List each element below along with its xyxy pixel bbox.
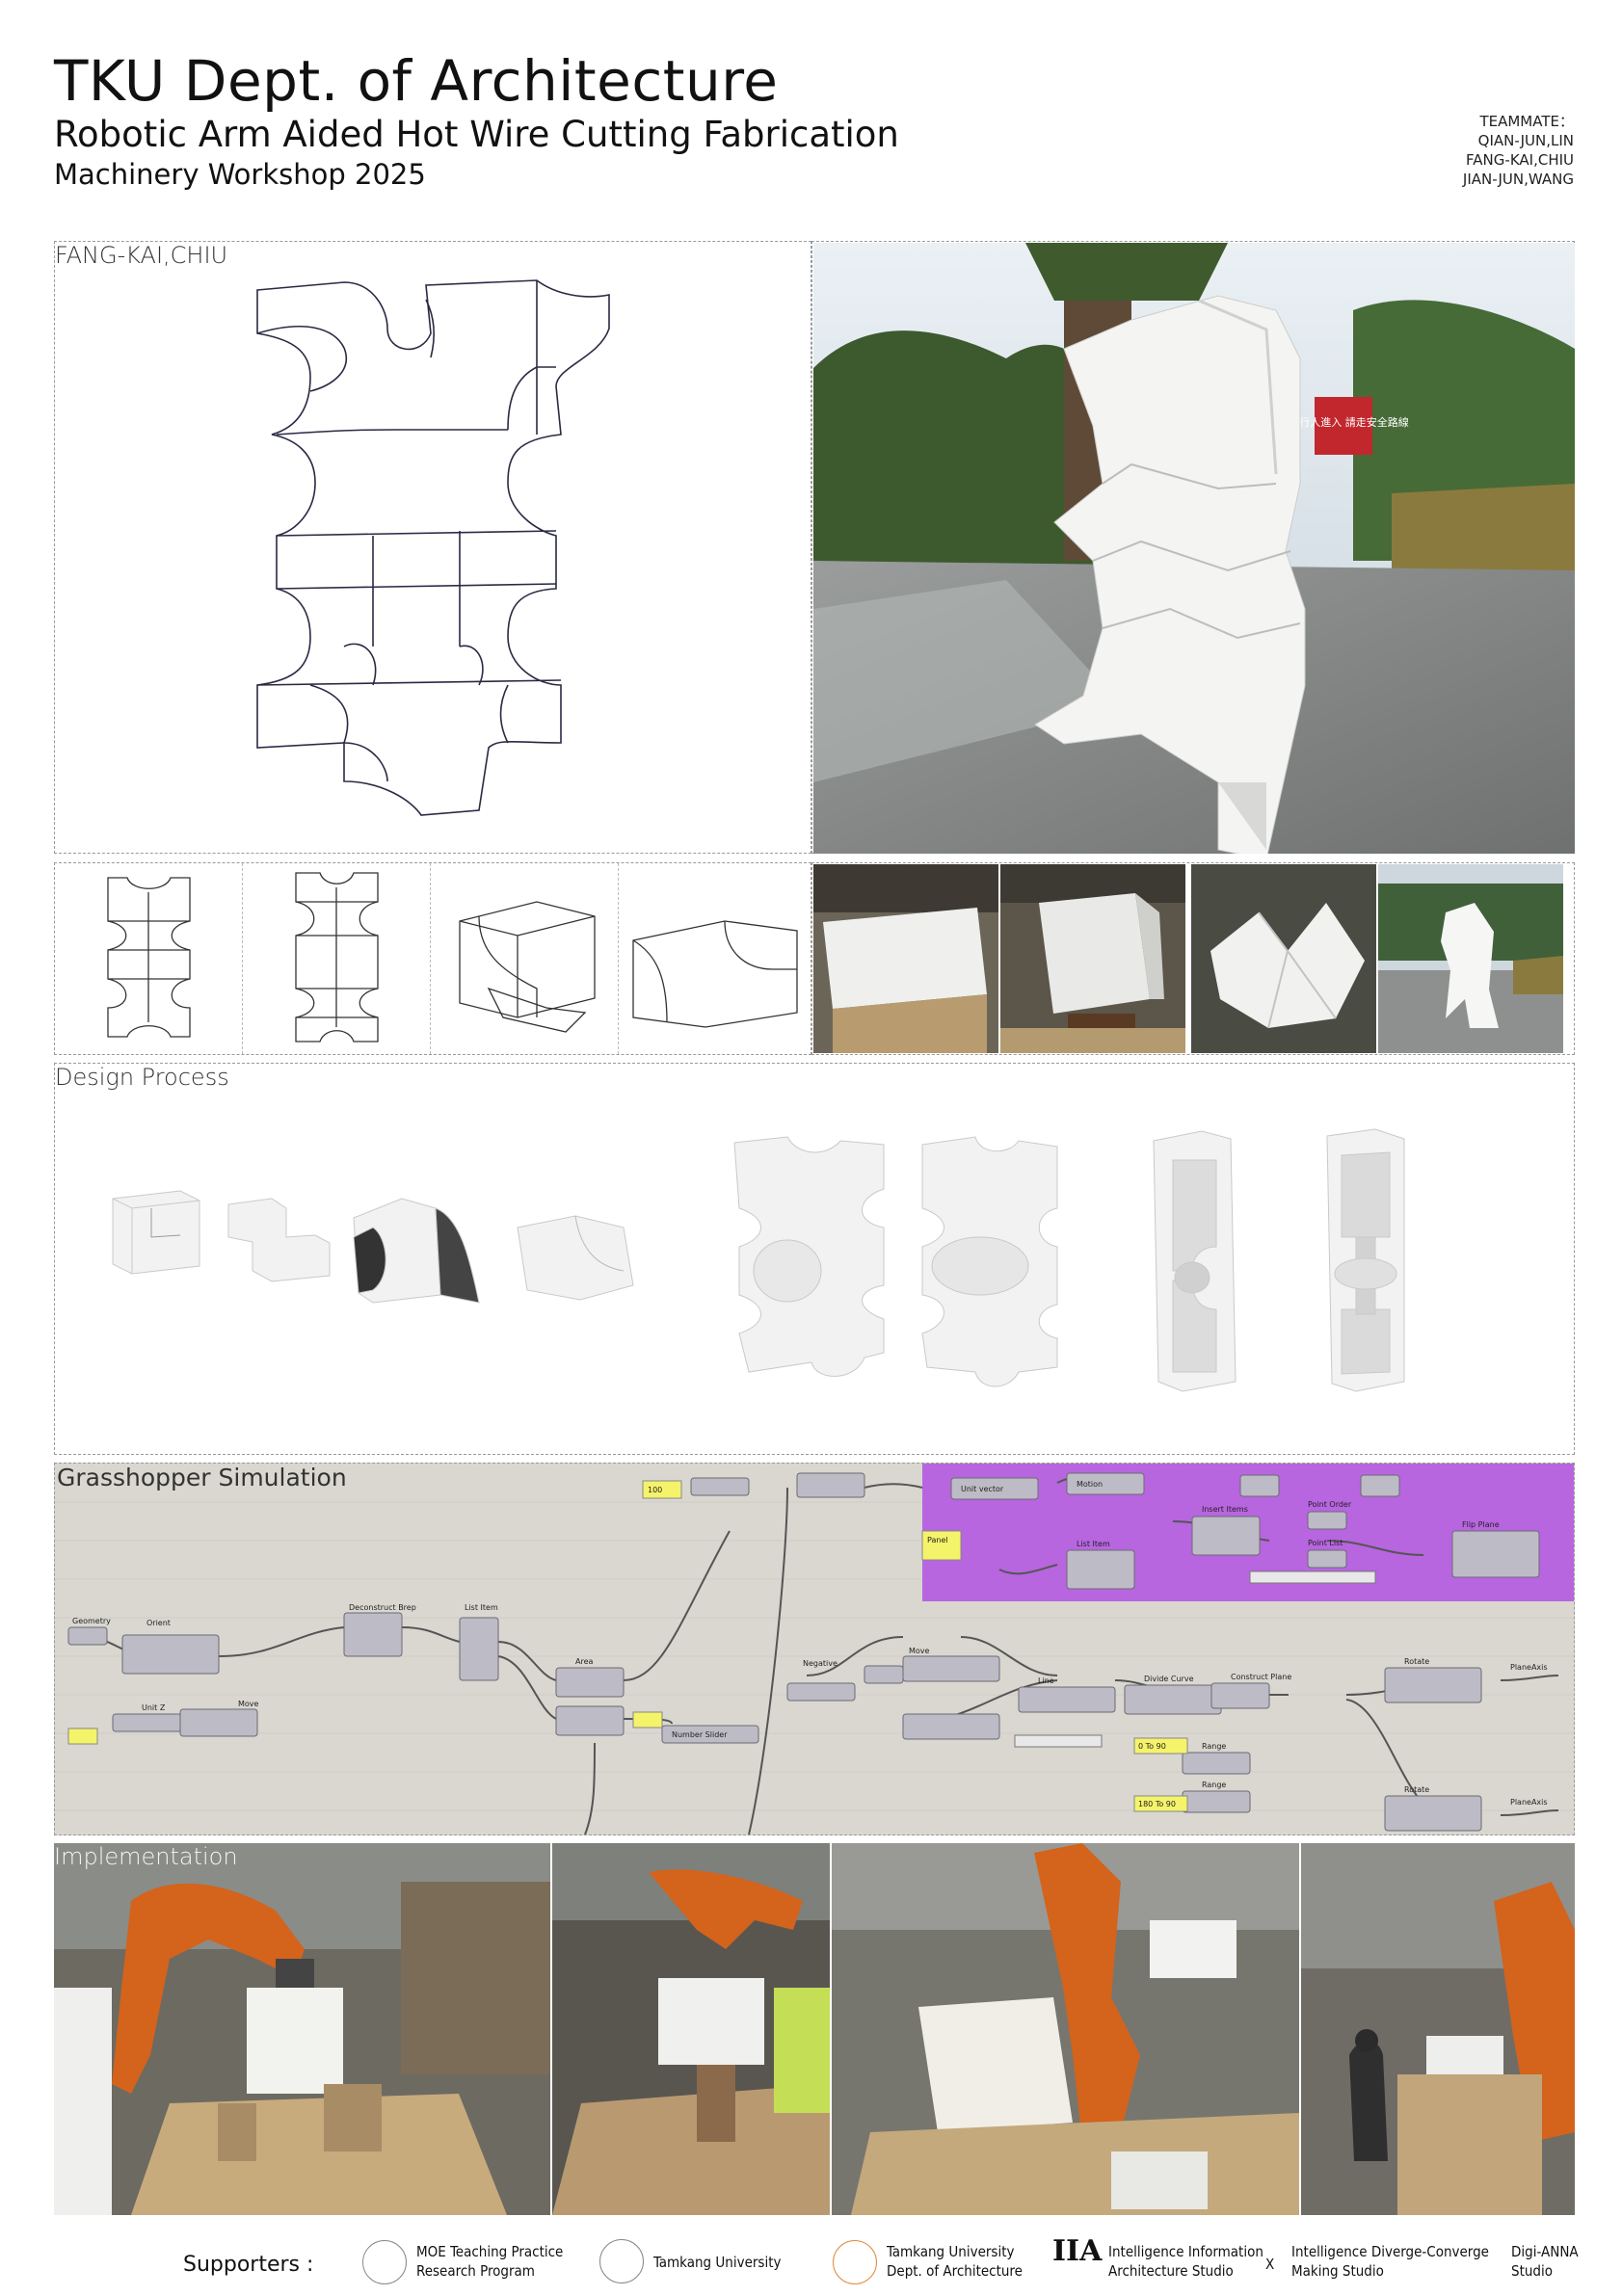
supporter-iia: IIA Intelligence Information Architectur… — [1052, 2234, 1263, 2281]
process-photo-2 — [1000, 864, 1185, 1053]
gh-geometry: Geometry — [72, 1617, 111, 1625]
sculpture-photo-panel: 禁止行人進入 請走安全路線 — [811, 241, 1575, 854]
gh-panel-domain-2: 180 To 90 — [1138, 1800, 1176, 1808]
gh-line: Line — [1038, 1676, 1054, 1685]
gh-area: Area — [575, 1657, 594, 1666]
implementation-panel: Implementation — [54, 1843, 1575, 2215]
step-drawing-4 — [619, 863, 811, 1054]
poster-title: TKU Dept. of Architecture — [54, 48, 779, 114]
moe-logo-icon — [362, 2240, 407, 2284]
sculpture-photo: 禁止行人進入 請走安全路線 — [813, 243, 1575, 854]
gh-rotate: Rotate — [1404, 1657, 1429, 1666]
drawing-panel: FANG-KAI,CHIU — [54, 241, 811, 854]
process-photos-panel — [811, 862, 1575, 1055]
supporter-tku-arch: Tamkang University Dept. of Architecture — [833, 2240, 1023, 2284]
gh-panel-domain: 0 To 90 — [1138, 1742, 1166, 1751]
supporter-digi-anna: Digi-ANNA Studio — [1511, 2243, 1579, 2280]
supporter-x: X — [1265, 2256, 1275, 2273]
gh-panel-100: 100 — [648, 1486, 662, 1494]
supporter-tamkang: Tamkang University — [599, 2239, 781, 2283]
iia-logo-icon: IIA — [1052, 2234, 1103, 2268]
step-drawing-1 — [55, 863, 243, 1054]
gh-move: Move — [238, 1700, 259, 1708]
teammate-3: JIAN-JUN,WANG — [1462, 171, 1574, 188]
gh-divide-curve: Divide Curve — [1144, 1675, 1194, 1683]
gh-deconstruct: Deconstruct Brep — [349, 1603, 416, 1612]
gh-flip-plane: Flip Plane — [1462, 1520, 1500, 1529]
process-photo-1 — [813, 864, 998, 1053]
supporter-moe: MOE Teaching Practice Research Program — [362, 2240, 563, 2284]
gh-motion: Motion — [1077, 1480, 1103, 1489]
gh-point-list: Point List — [1308, 1539, 1343, 1547]
gh-point-order: Point Order — [1308, 1500, 1352, 1509]
gh-range: Range — [1202, 1742, 1226, 1751]
step-drawing-3 — [431, 863, 619, 1054]
gh-insert-items: Insert Items — [1202, 1505, 1248, 1514]
tamkang-seal-icon — [599, 2239, 644, 2283]
process-photo-3 — [1191, 864, 1376, 1053]
poster-subtitle: Robotic Arm Aided Hot Wire Cutting Fabri… — [54, 114, 899, 155]
gh-range-2: Range — [1202, 1781, 1226, 1789]
process-photo-4 — [1378, 864, 1563, 1053]
grasshopper-label: Grasshopper Simulation — [57, 1464, 347, 1491]
gh-orient: Orient — [146, 1619, 171, 1627]
gh-list-item: List Item — [465, 1603, 498, 1612]
gh-plane-axis: PlaneAxis — [1510, 1663, 1548, 1672]
implementation-photo-2 — [552, 1843, 830, 2215]
gh-unit-z: Unit Z — [142, 1703, 166, 1712]
gh-unit-vector: Unit vector — [961, 1485, 1004, 1493]
implementation-photo-1 — [54, 1843, 550, 2215]
grasshopper-panel: Geometry Orient Deconstruct Brep List It… — [54, 1463, 1575, 1835]
grasshopper-canvas: Geometry Orient Deconstruct Brep List It… — [55, 1464, 1574, 1834]
gh-list-item-2: List Item — [1077, 1540, 1110, 1548]
teammate-block: TEAMMATE： QIAN-JUN,LIN FANG-KAI,CHIU JIA… — [1381, 112, 1574, 189]
supporter-idc: Intelligence Diverge-Converge Making Stu… — [1291, 2243, 1489, 2280]
tku-arch-logo-icon — [833, 2240, 877, 2284]
gh-panel: Panel — [927, 1536, 948, 1544]
teammate-1: QIAN-JUN,LIN — [1477, 132, 1574, 149]
gh-rotate-2: Rotate — [1404, 1785, 1429, 1794]
design-process-renders — [112, 1128, 1405, 1392]
gh-negative: Negative — [803, 1659, 838, 1668]
teammate-label: TEAMMATE： — [1479, 113, 1574, 130]
sculpture-line-drawing — [256, 279, 610, 816]
step-drawings-panel — [54, 862, 811, 1055]
gh-move-2: Move — [909, 1647, 930, 1655]
implementation-photo-4 — [1301, 1843, 1575, 2215]
supporters-label: Supporters : — [183, 2253, 314, 2277]
design-process-panel: Design Process — [54, 1063, 1575, 1455]
workshop-label: Machinery Workshop 2025 — [54, 158, 426, 191]
teammate-2: FANG-KAI,CHIU — [1466, 151, 1574, 169]
gh-plane-axis-2: PlaneAxis — [1510, 1798, 1548, 1807]
step-drawing-2 — [243, 863, 431, 1054]
implementation-photo-3 — [832, 1843, 1299, 2215]
gh-construct-plane: Construct Plane — [1231, 1673, 1291, 1681]
gh-number-slider: Number Slider — [672, 1730, 728, 1739]
implementation-label: Implementation — [54, 1843, 238, 1870]
